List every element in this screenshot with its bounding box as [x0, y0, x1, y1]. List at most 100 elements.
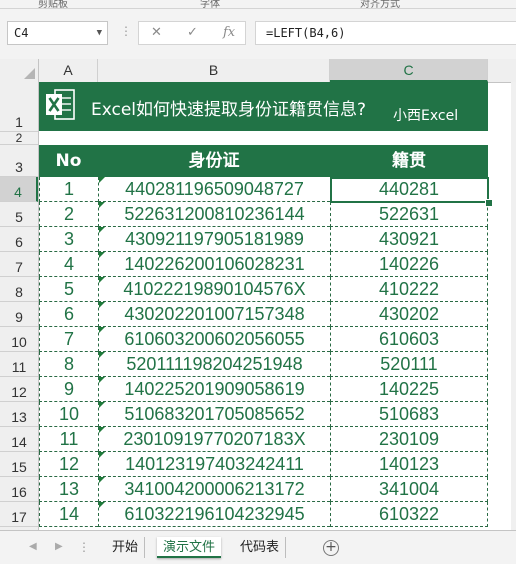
cell-id-number[interactable]: 140123197403242411 [98, 452, 330, 477]
cell-id-number[interactable]: 41022219890104576X [98, 277, 330, 302]
vertical-scrollbar[interactable] [511, 82, 516, 530]
cell-no[interactable]: 4 [39, 252, 98, 277]
drag-handle-icon[interactable]: ⋮ [120, 24, 132, 38]
cell-no[interactable]: 8 [39, 352, 98, 377]
cell-origin[interactable]: 140123 [330, 452, 488, 477]
name-box[interactable]: C4 ▼ [7, 21, 108, 45]
cell-id-number-value: 610603200602056055 [124, 329, 305, 349]
cell-id-number[interactable]: 610603200602056055 [98, 327, 330, 352]
cell-origin[interactable]: 430921 [330, 227, 488, 252]
cell-id-number[interactable]: 520111198204251948 [98, 352, 330, 377]
row-header[interactable]: 5 [0, 202, 38, 227]
row-header[interactable]: 14 [0, 427, 38, 452]
row-header[interactable]: 15 [0, 452, 38, 477]
cell-no[interactable]: 7 [39, 327, 98, 352]
cell-origin[interactable]: 510683 [330, 402, 488, 427]
cell-id-number[interactable]: 610322196104232945 [98, 502, 330, 527]
tab-code-table[interactable]: 代码表 [234, 537, 287, 558]
cell-origin[interactable]: 140225 [330, 377, 488, 402]
cell-no-value: 6 [63, 304, 74, 324]
cell-no[interactable]: 5 [39, 277, 98, 302]
cell-no-value: 10 [58, 404, 80, 424]
tab-demo-file[interactable]: 演示文件 [157, 537, 222, 558]
cell-id-number[interactable]: 440281196509048727 [98, 177, 330, 202]
cell-no[interactable]: 2 [39, 202, 98, 227]
row-header[interactable]: 11 [0, 352, 38, 377]
cell-origin[interactable]: 341004 [330, 477, 488, 502]
row-header[interactable]: 2 [0, 131, 38, 145]
cell-no[interactable]: 9 [39, 377, 98, 402]
cell-origin[interactable]: 522631 [330, 202, 488, 227]
cell-origin[interactable]: 520111 [330, 352, 488, 377]
cell-id-number[interactable]: 23010919770207183X [98, 427, 330, 452]
cell-origin-value: 610603 [378, 329, 440, 349]
row-header[interactable]: 1 [0, 82, 38, 132]
cell-origin[interactable]: 610603 [330, 327, 488, 352]
table-row: 5 41022219890104576X 410222 [39, 277, 488, 302]
row-header[interactable]: 13 [0, 402, 38, 427]
cell-id-number[interactable]: 522631200810236144 [98, 202, 330, 227]
cell-no[interactable]: 10 [39, 402, 98, 427]
cell-origin[interactable]: 410222 [330, 277, 488, 302]
cell-id-number[interactable]: 510683201705085652 [98, 402, 330, 427]
banner-brand: 小西Excel [393, 108, 459, 124]
cell-no[interactable]: 6 [39, 302, 98, 327]
text-number-warning-icon [99, 502, 105, 508]
cell-no-value: 3 [63, 229, 74, 249]
cell-origin-value: 520111 [380, 354, 438, 374]
table-row: 2 522631200810236144 522631 [39, 202, 488, 227]
cell-id-number[interactable]: 140225201909058619 [98, 377, 330, 402]
fill-handle[interactable] [485, 199, 493, 207]
cell-no[interactable]: 1 [39, 177, 98, 202]
row-header[interactable]: 6 [0, 227, 38, 252]
cell-id-number-value: 440281196509048727 [125, 179, 304, 199]
column-header-a[interactable]: A [39, 59, 98, 82]
cell-origin[interactable]: 440281 [330, 177, 488, 202]
cell-origin[interactable]: 610322 [330, 502, 488, 527]
cell-no[interactable]: 12 [39, 452, 98, 477]
cell-id-number-value: 341004200006213172 [124, 479, 305, 499]
add-sheet-icon[interactable]: + [323, 540, 339, 556]
table-row: 9 140225201909058619 140225 [39, 377, 488, 402]
cancel-icon[interactable]: ✕ [151, 25, 162, 40]
cell-no[interactable]: 13 [39, 477, 98, 502]
text-number-warning-icon [99, 227, 105, 233]
row-header[interactable]: 16 [0, 477, 38, 502]
formula-input[interactable]: =LEFT(B4,6) [255, 21, 516, 45]
cell-id-number-value: 140225201909058619 [124, 379, 305, 399]
row-header[interactable]: 12 [0, 377, 38, 402]
row-header[interactable]: 10 [0, 327, 38, 352]
cell-id-number[interactable]: 430921197905181989 [98, 227, 330, 252]
column-header-c[interactable]: C [330, 59, 488, 82]
cell-id-number-value: 510683201705085652 [124, 404, 305, 424]
tab-splitter-icon[interactable]: ⋮ [78, 540, 90, 554]
row-header[interactable]: 3 [0, 145, 38, 177]
cell-id-number[interactable]: 430202201007157348 [98, 302, 330, 327]
insert-function-icon[interactable]: fx [223, 25, 235, 40]
cell-no[interactable]: 14 [39, 502, 98, 527]
cell-origin[interactable]: 140226 [330, 252, 488, 277]
select-all-button[interactable] [0, 59, 39, 82]
cell-no[interactable]: 11 [39, 427, 98, 452]
column-header-b[interactable]: B [98, 59, 330, 82]
row-headers: 1 2 3 4 5 6 7 8 9 10 11 12 13 14 15 16 1… [0, 82, 39, 530]
cell-origin[interactable]: 230109 [330, 427, 488, 452]
tab-start[interactable]: 开始 [106, 537, 146, 558]
header-id: 身份证 [188, 151, 240, 171]
prev-sheet-icon[interactable]: ◀ [29, 541, 37, 552]
cell-id-number[interactable]: 341004200006213172 [98, 477, 330, 502]
cell-no[interactable]: 3 [39, 227, 98, 252]
row-header-selected[interactable]: 4 [0, 177, 38, 202]
cell-id-number[interactable]: 140226200106028231 [98, 252, 330, 277]
cell-no-value: 2 [63, 204, 74, 224]
chevron-down-icon[interactable]: ▼ [97, 22, 102, 44]
row-header[interactable]: 8 [0, 277, 38, 302]
row-header[interactable]: 17 [0, 502, 38, 527]
enter-icon[interactable]: ✓ [187, 25, 198, 40]
cell-origin[interactable]: 430202 [330, 302, 488, 327]
cell-id-number-value: 140226200106028231 [124, 254, 305, 274]
row-header[interactable]: 9 [0, 302, 38, 327]
worksheet-cells[interactable]: Excel如何快速提取身份证籍贯信息? 小西Excel No 身份证 籍贯 14… [39, 82, 516, 530]
row-header[interactable]: 7 [0, 252, 38, 277]
next-sheet-icon[interactable]: ▶ [55, 541, 63, 552]
